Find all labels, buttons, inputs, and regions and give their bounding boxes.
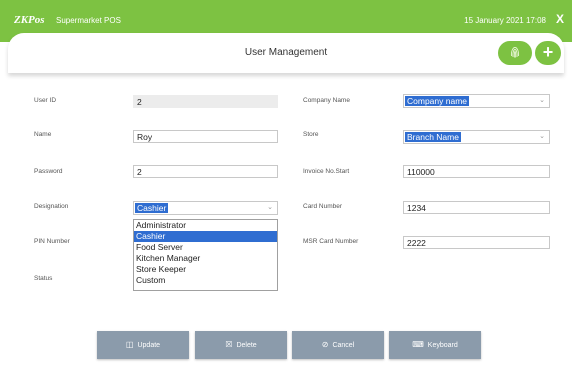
status-label: Status (34, 275, 53, 282)
designation-dropdown: Administrator Cashier Food Server Kitche… (133, 219, 278, 291)
invoice-label: Invoice No.Start (303, 168, 350, 175)
save-icon: ◫ (125, 340, 134, 349)
update-button[interactable]: ◫ Update (97, 331, 189, 359)
cancel-button[interactable]: ⊘ Cancel (292, 331, 384, 359)
chevron-down-icon: ⌄ (539, 97, 545, 104)
dropdown-option-selected[interactable]: Cashier (134, 231, 277, 242)
company-name-select[interactable]: Company name ⌄ (403, 94, 550, 108)
add-user-button[interactable]: + (535, 41, 561, 65)
keyboard-icon: ⌨ (412, 340, 424, 349)
pin-label: PIN Number (34, 238, 70, 245)
delete-label: Delete (236, 342, 257, 349)
designation-select[interactable]: Cashier ⌄ (133, 201, 278, 215)
fingerprint-icon (510, 47, 520, 58)
card-number-label: Card Number (303, 203, 343, 210)
dropdown-option[interactable]: Kitchen Manager (134, 253, 277, 264)
close-button[interactable]: X (556, 12, 564, 26)
cancel-label: Cancel (332, 342, 355, 349)
dropdown-option[interactable]: Store Keeper (134, 264, 277, 275)
chevron-down-icon: ⌄ (539, 133, 545, 140)
msr-card-label: MSR Card Number (303, 238, 359, 245)
keyboard-button[interactable]: ⌨ Keyboard (389, 331, 481, 359)
designation-label: Designation (34, 203, 69, 210)
store-label: Store (303, 131, 319, 138)
password-field[interactable]: 2 (133, 165, 278, 178)
delete-icon: ☒ (225, 340, 233, 349)
password-label: Password (34, 168, 63, 175)
fingerprint-button[interactable] (498, 41, 532, 65)
zkpos-logo: ZKPos (14, 14, 45, 26)
keyboard-label: Keyboard (427, 342, 458, 349)
store-value: Branch Name (405, 132, 461, 142)
dropdown-option[interactable]: Custom (134, 275, 277, 286)
delete-button[interactable]: ☒ Delete (195, 331, 287, 359)
update-label: Update (137, 342, 161, 349)
msr-card-field[interactable]: 2222 (403, 236, 550, 249)
company-name-value: Company name (405, 96, 470, 106)
cancel-icon: ⊘ (321, 340, 329, 349)
invoice-field[interactable]: 110000 (403, 165, 550, 178)
name-field[interactable]: Roy (133, 130, 278, 143)
user-id-field: 2 (133, 95, 278, 108)
page-header: User Management + (8, 33, 564, 73)
chevron-down-icon: ⌄ (267, 204, 273, 211)
company-name-label: Company Name (303, 97, 350, 104)
app-name: Supermarket POS (56, 16, 121, 25)
dropdown-option[interactable]: Food Server (134, 242, 277, 253)
datetime: 15 January 2021 17:08 (464, 16, 546, 25)
designation-value: Cashier (135, 203, 169, 213)
dropdown-option[interactable]: Administrator (134, 220, 277, 231)
name-label: Name (34, 131, 52, 138)
card-number-field[interactable]: 1234 (403, 201, 550, 214)
page-title: User Management (244, 47, 328, 58)
user-id-label: User ID (34, 97, 57, 104)
store-select[interactable]: Branch Name ⌄ (403, 130, 550, 144)
